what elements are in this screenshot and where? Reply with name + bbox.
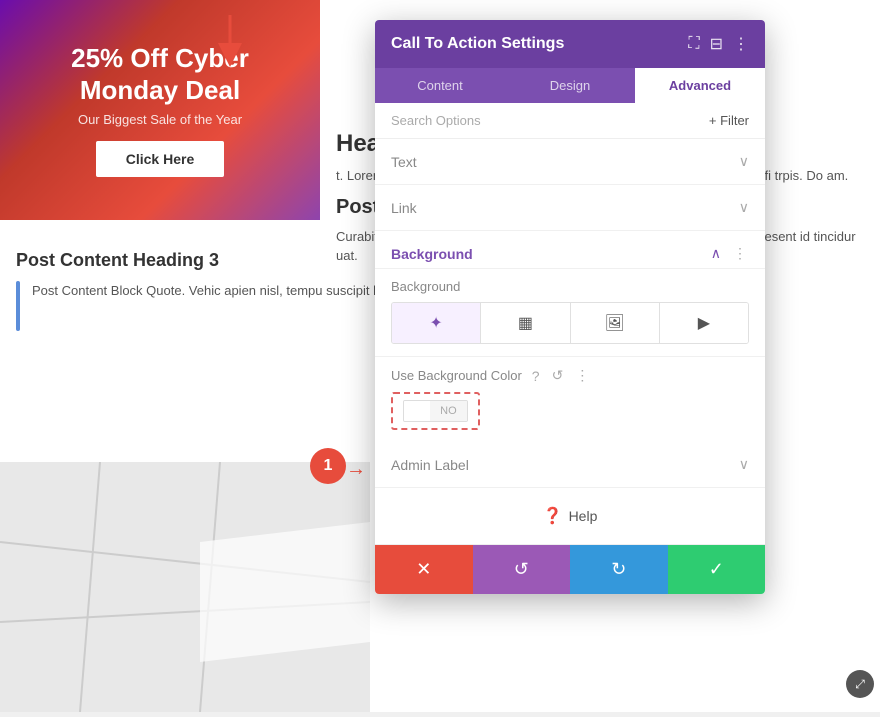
background-more-icon[interactable]: ⋮ <box>731 245 749 262</box>
panel-header-icons: ⛶ ⊟ ⋮ <box>688 34 749 54</box>
toggle-option-no[interactable]: NO <box>430 401 467 421</box>
tab-advanced[interactable]: Advanced <box>635 68 765 103</box>
panel-tabs: Content Design Advanced <box>375 68 765 103</box>
more-icon-bg[interactable]: ⋮ <box>573 367 591 384</box>
map-area <box>0 462 370 712</box>
bg-gradient-icon: ▦ <box>518 315 533 332</box>
background-sub-label: Background <box>391 279 749 294</box>
blockquote-bar <box>16 281 20 331</box>
more-vertical-icon[interactable]: ⋮ <box>733 34 749 54</box>
background-header-icons: ∧ ⋮ <box>711 245 749 262</box>
bg-video-icon: ▶ <box>698 315 710 332</box>
save-button[interactable]: ✓ <box>668 545 766 594</box>
bg-image-icon: 🖼 <box>604 315 624 332</box>
toggle-dashed-box: NO <box>391 392 480 430</box>
help-label: Help <box>569 508 598 524</box>
hero-banner: 25% Off Cyber Monday Deal Our Biggest Sa… <box>0 0 320 220</box>
arrow-indicator <box>200 10 260 70</box>
expand-more-icon: ⤢ <box>855 677 865 692</box>
text-label: Text <box>391 154 417 170</box>
bg-type-image-btn[interactable]: 🖼 <box>571 303 660 343</box>
expand-more-button[interactable]: ⤢ <box>846 670 874 698</box>
redo-button[interactable]: ↻ <box>570 545 668 594</box>
filter-button[interactable]: + Filter <box>709 113 749 128</box>
use-bg-color-row: Use Background Color ? ↺ ⋮ <box>375 357 765 388</box>
panel-title: Call To Action Settings <box>391 35 564 53</box>
expand-icon[interactable]: ⛶ <box>688 35 699 53</box>
text-section-row[interactable]: Text ∨ <box>375 139 765 185</box>
link-section-row[interactable]: Link ∨ <box>375 185 765 231</box>
admin-chevron-icon: ∨ <box>739 456 749 473</box>
tab-design[interactable]: Design <box>505 68 635 103</box>
bg-type-row: ✦ ▦ 🖼 ▶ <box>391 302 749 344</box>
bg-type-color-btn[interactable]: ✦ <box>392 303 481 343</box>
tab-content[interactable]: Content <box>375 68 505 103</box>
link-chevron-icon: ∨ <box>739 199 749 216</box>
bg-type-gradient-btn[interactable]: ▦ <box>481 303 570 343</box>
settings-panel: Call To Action Settings ⛶ ⊟ ⋮ Content De… <box>375 20 765 594</box>
map-svg <box>0 462 370 712</box>
help-icon-bg[interactable]: ? <box>530 368 542 384</box>
step-arrow: → <box>346 458 366 481</box>
background-section-body: Background ✦ ▦ 🖼 ▶ <box>375 279 765 357</box>
admin-label-section-row[interactable]: Admin Label ∨ <box>375 442 765 488</box>
use-bg-color-label: Use Background Color <box>391 368 522 383</box>
step-badge: 1 <box>310 448 346 484</box>
panel-search-bar: Search Options + Filter <box>375 103 765 139</box>
link-label: Link <box>391 200 417 216</box>
reset-icon-bg[interactable]: ↺ <box>550 367 566 384</box>
hero-subtitle: Our Biggest Sale of the Year <box>20 112 300 127</box>
panel-actions: ✕ ↺ ↻ ✓ <box>375 544 765 594</box>
columns-icon[interactable]: ⊟ <box>710 34 723 54</box>
toggle-switch[interactable]: NO <box>403 400 468 422</box>
undo-button[interactable]: ↺ <box>473 545 571 594</box>
admin-label: Admin Label <box>391 457 469 473</box>
background-chevron-up-icon: ∧ <box>711 245 721 262</box>
bg-type-video-btn[interactable]: ▶ <box>660 303 748 343</box>
help-circle-icon: ❓ <box>543 506 563 526</box>
bg-color-icon: ✦ <box>429 315 442 332</box>
cancel-button[interactable]: ✕ <box>375 545 473 594</box>
toggle-option-empty[interactable] <box>404 401 430 421</box>
panel-header: Call To Action Settings ⛶ ⊟ ⋮ <box>375 20 765 68</box>
text-chevron-icon: ∨ <box>739 153 749 170</box>
hero-cta-button[interactable]: Click Here <box>96 141 224 177</box>
background-label-header: Background <box>391 246 473 262</box>
toggle-area: NO <box>375 388 765 442</box>
background-section-row[interactable]: Background ∧ ⋮ <box>375 231 765 269</box>
search-placeholder[interactable]: Search Options <box>391 113 481 128</box>
help-row[interactable]: ❓ Help <box>375 488 765 544</box>
